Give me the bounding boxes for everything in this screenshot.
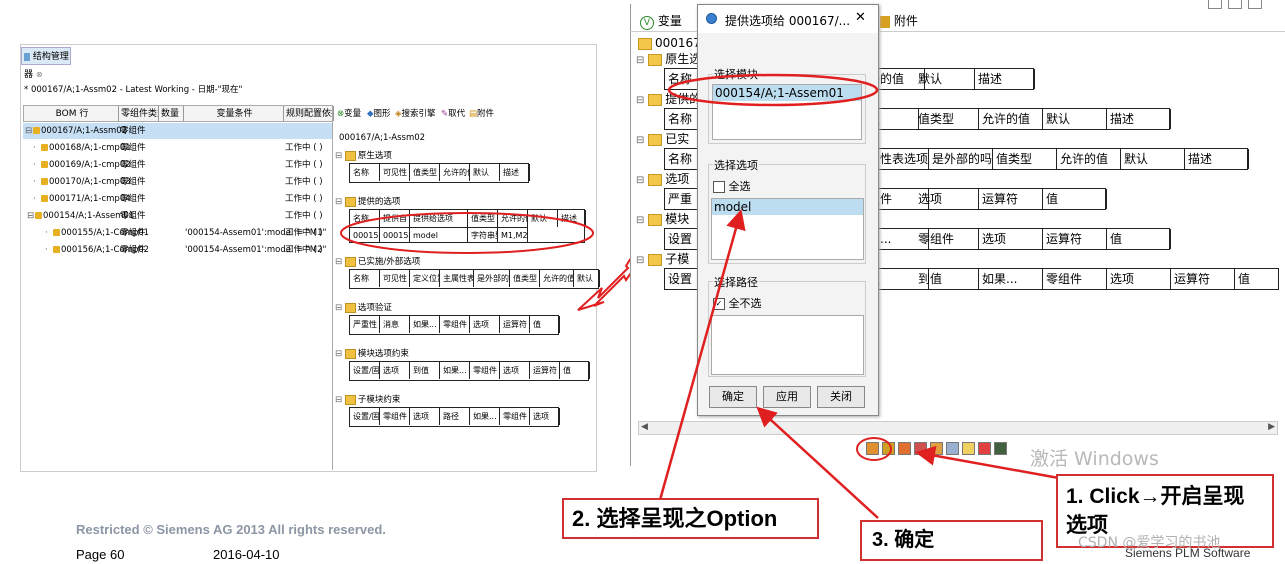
arrow-to-toolbar <box>915 445 1071 482</box>
csdn-watermark: CSDN @爱学习的书池 <box>1078 535 1221 551</box>
arrow-to-option <box>658 209 746 501</box>
highlight-ellipse-module <box>667 73 879 107</box>
callout-step3: 3. 确定 <box>860 520 1043 561</box>
callout-step2: 2. 选择呈现之Option <box>562 498 819 539</box>
